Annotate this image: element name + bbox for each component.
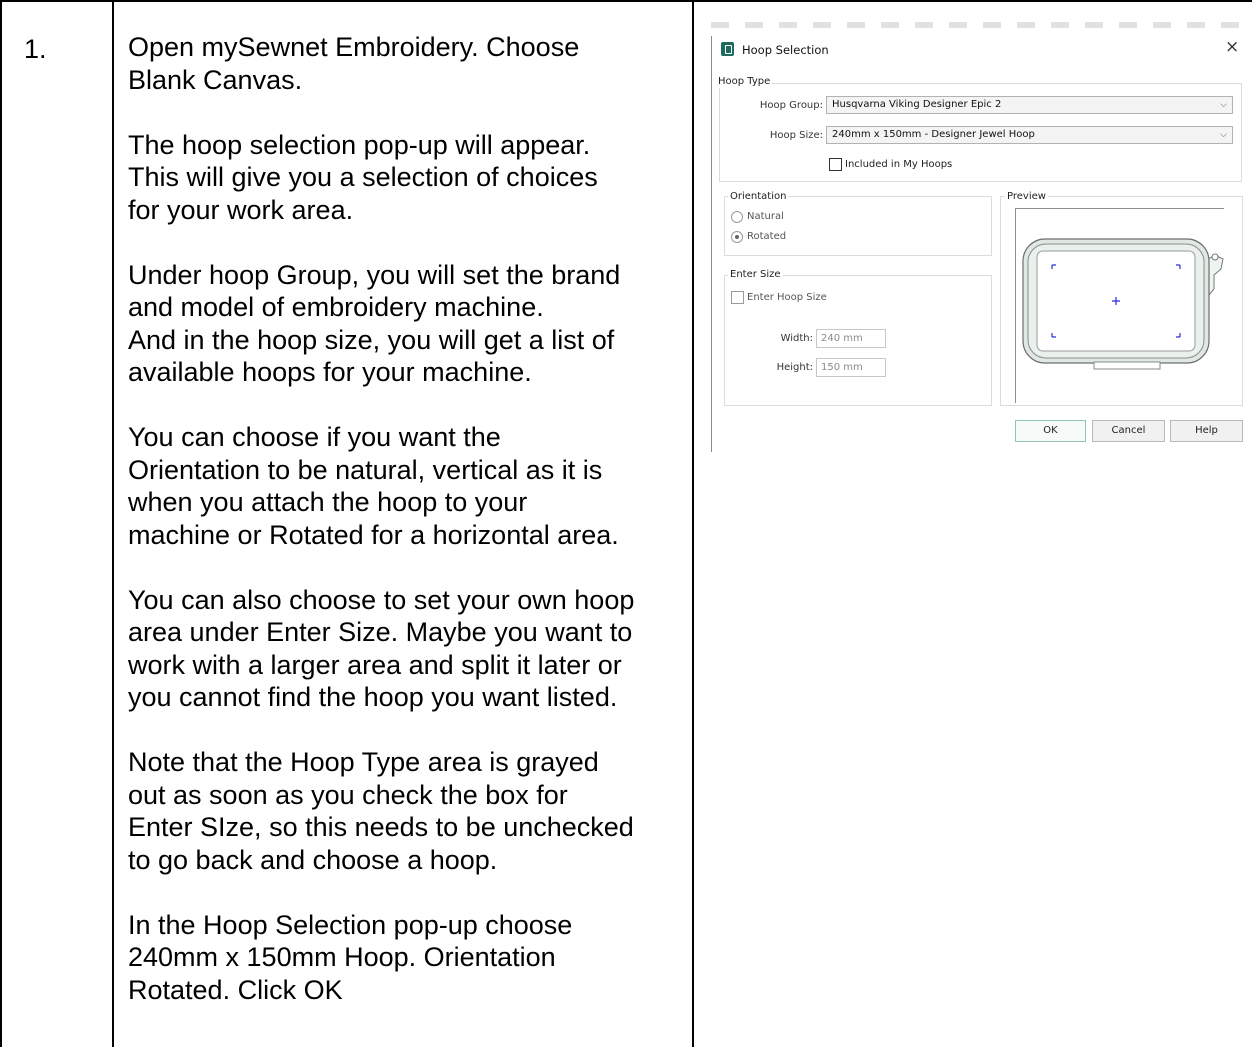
orientation-group [724,196,992,256]
instruction-paragraph: You can choose if you want the Orientati… [128,422,619,550]
orientation-rotated-radio[interactable] [731,231,743,243]
width-label: Width: [780,333,813,344]
table-left-border [0,0,2,1047]
ok-button[interactable]: OK [1015,420,1086,442]
included-in-my-hoops-checkbox[interactable] [829,158,842,171]
hoop-size-label: Hoop Size: [769,130,823,141]
enter-hoop-size-checkbox[interactable] [731,291,744,304]
close-icon[interactable]: × [1225,39,1239,56]
orientation-natural-label: Natural [747,211,784,222]
cancel-button[interactable]: Cancel [1092,420,1165,442]
enter-size-label: Enter Size [728,269,783,281]
column-divider-2 [692,0,694,1047]
hoop-selection-dialog: Hoop Selection × Hoop Type Hoop Group: H… [711,22,1252,452]
instruction-paragraph: In the Hoop Selection pop-up choose 240m… [128,909,573,1005]
hoop-type-label: Hoop Type [716,76,773,88]
orientation-rotated-label: Rotated [747,231,787,242]
step-number: 1. [24,34,47,64]
column-divider-1 [112,0,114,1047]
hoop-group-label: Hoop Group: [759,100,823,111]
hoop-preview-canvas [1015,208,1224,403]
instruction-paragraph: Note that the Hoop Type area is grayed o… [128,747,634,875]
table-top-border [0,0,1252,2]
instruction-paragraph: Open mySewnet Embroidery. Choose Blank C… [128,32,580,95]
hoop-bottom-bracket [1093,361,1161,370]
height-input[interactable]: 150 mm [816,358,886,377]
chevron-down-icon: ⌵ [1220,100,1227,110]
hoop-clamp-screw [1211,253,1219,261]
enter-hoop-size-label: Enter Hoop Size [747,292,827,303]
hoop-group-select[interactable]: Husqvarna Viking Designer Epic 2 ⌵ [826,96,1233,114]
instruction-paragraph: The hoop selection pop-up will appear. T… [128,129,598,225]
hoop-preview [1022,238,1224,370]
orientation-label: Orientation [728,191,789,203]
instruction-text: Open mySewnet Embroidery. Choose Blank C… [128,31,683,1039]
preview-label: Preview [1005,191,1048,203]
help-button[interactable]: Help [1170,420,1243,442]
width-input[interactable]: 240 mm [816,329,886,348]
instruction-paragraph: Under hoop Group, you will set the brand… [128,259,621,388]
chevron-down-icon: ⌵ [1220,130,1227,140]
app-icon [721,42,734,56]
included-in-my-hoops-label: Included in My Hoops [845,159,953,170]
dialog-edge [711,36,712,452]
hoop-group-value: Husqvarna Viking Designer Epic 2 [832,99,1002,110]
hoop-size-value: 240mm x 150mm - Designer Jewel Hoop [832,129,1035,140]
dialog-title: Hoop Selection [742,43,829,57]
orientation-natural-radio[interactable] [731,211,743,223]
instruction-paragraph: You can also choose to set your own hoop… [128,584,635,713]
hoop-size-select[interactable]: 240mm x 150mm - Designer Jewel Hoop ⌵ [826,126,1233,144]
background-window-strip [711,22,1252,28]
height-label: Height: [776,362,813,373]
